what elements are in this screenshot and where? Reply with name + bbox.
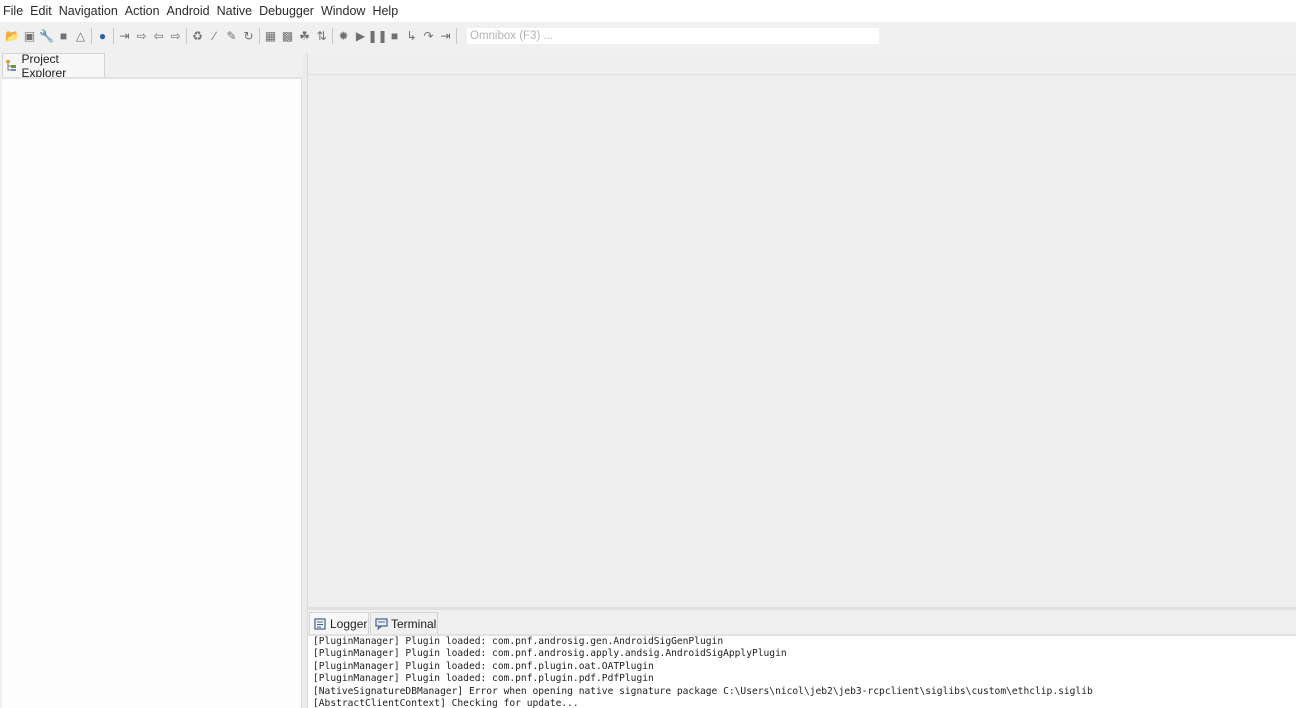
wrench-icon[interactable]: 🔧 <box>38 28 55 45</box>
step-over-debug-icon[interactable]: ↷ <box>420 28 437 45</box>
tab-project-explorer[interactable]: Project Explorer <box>2 51 105 80</box>
sort-icon[interactable]: ⇅ <box>313 28 330 45</box>
log-line: [AbstractClientContext] Checking for upd… <box>313 697 579 708</box>
run-icon[interactable]: ▶ <box>352 28 369 45</box>
stop-icon[interactable]: ■ <box>386 28 403 45</box>
forward-icon[interactable]: ⇨ <box>167 28 184 45</box>
log-line: [PluginManager] Plugin loaded: com.pnf.a… <box>313 648 787 660</box>
comment-icon[interactable]: ∕ <box>206 28 223 45</box>
project-tree-icon <box>5 59 19 73</box>
debug-icon[interactable]: ✹ <box>335 28 352 45</box>
main-toolbar: 📂 ▣ 🔧 ■ △ ● ⇥ ⇨ ⇦ ⇨ ♻ ∕ ✎ ↻ ▦ ▩ ☘ ⇅ ✹ ▶ … <box>0 22 1296 50</box>
step-in-icon[interactable]: ⇥ <box>116 28 133 45</box>
menu-native[interactable]: Native <box>214 4 255 18</box>
omnibox-input[interactable] <box>467 28 879 44</box>
tab-logger[interactable]: Logger <box>309 612 369 634</box>
toolbar-separator <box>91 28 92 44</box>
tab-terminal-label: Terminal <box>391 616 437 631</box>
menu-window[interactable]: Window <box>318 4 368 18</box>
project-explorer-tabbar: Project Explorer <box>2 51 303 80</box>
toolbar-separator <box>332 28 333 44</box>
project-tree-view[interactable] <box>2 79 302 708</box>
tab-project-explorer-label: Project Explorer <box>21 51 67 80</box>
terminal-icon <box>374 617 388 631</box>
edit-icon[interactable]: ✎ <box>223 28 240 45</box>
rename-icon[interactable]: ♻ <box>189 28 206 45</box>
graph-icon[interactable]: ▩ <box>279 28 296 45</box>
logger-icon <box>313 617 327 631</box>
properties-icon[interactable]: △ <box>72 28 89 45</box>
menu-action[interactable]: Action <box>122 4 163 18</box>
log-line: [PluginManager] Plugin loaded: com.pnf.a… <box>313 636 724 647</box>
log-line: [PluginManager] Plugin loaded: com.pnf.p… <box>313 673 654 685</box>
log-line: [PluginManager] Plugin loaded: com.pnf.p… <box>313 660 654 672</box>
open-icon[interactable]: 📂 <box>4 28 21 45</box>
tree-icon[interactable]: ☘ <box>296 28 313 45</box>
pause-icon[interactable]: ❚❚ <box>367 28 387 45</box>
menu-debugger[interactable]: Debugger <box>256 4 317 18</box>
menu-edit[interactable]: Edit <box>27 4 55 18</box>
menu-help[interactable]: Help <box>369 4 401 18</box>
toolbar-separator <box>113 28 114 44</box>
close-project-icon[interactable]: ■ <box>55 28 72 45</box>
editor-area <box>307 53 1296 608</box>
project-explorer-panel: Project Explorer <box>2 51 303 708</box>
menu-file[interactable]: File <box>0 4 26 18</box>
step-return-icon[interactable]: ⇥ <box>437 28 454 45</box>
menu-bar: File Edit Navigation Action Android Nati… <box>0 0 1296 22</box>
save-icon[interactable]: ▣ <box>21 28 38 45</box>
tab-logger-label: Logger <box>330 616 368 631</box>
toolbar-separator <box>456 28 457 44</box>
back-icon[interactable]: ⇦ <box>150 28 167 45</box>
logger-output[interactable]: [PluginManager] Plugin loaded: com.pnf.a… <box>308 636 1296 708</box>
toolbar-separator <box>186 28 187 44</box>
menu-navigation[interactable]: Navigation <box>56 4 121 18</box>
log-lines: [PluginManager] Plugin loaded: com.pnf.a… <box>308 636 1093 708</box>
console-tabbar: Logger Terminal <box>308 612 1296 634</box>
step-over-icon[interactable]: ⇨ <box>133 28 150 45</box>
tab-terminal[interactable]: Terminal <box>370 612 438 634</box>
menu-android[interactable]: Android <box>164 4 213 18</box>
grid-icon[interactable]: ▦ <box>262 28 279 45</box>
refresh-icon[interactable]: ↻ <box>240 28 257 45</box>
globe-icon[interactable]: ● <box>94 28 111 45</box>
console-panel: Logger Terminal [PluginManager] Plugin l… <box>307 610 1296 708</box>
editor-tab-divider <box>308 74 1296 75</box>
log-line: [NativeSignatureDBManager] Error when op… <box>313 685 1093 697</box>
toolbar-separator <box>259 28 260 44</box>
step-into-icon[interactable]: ↳ <box>403 28 420 45</box>
